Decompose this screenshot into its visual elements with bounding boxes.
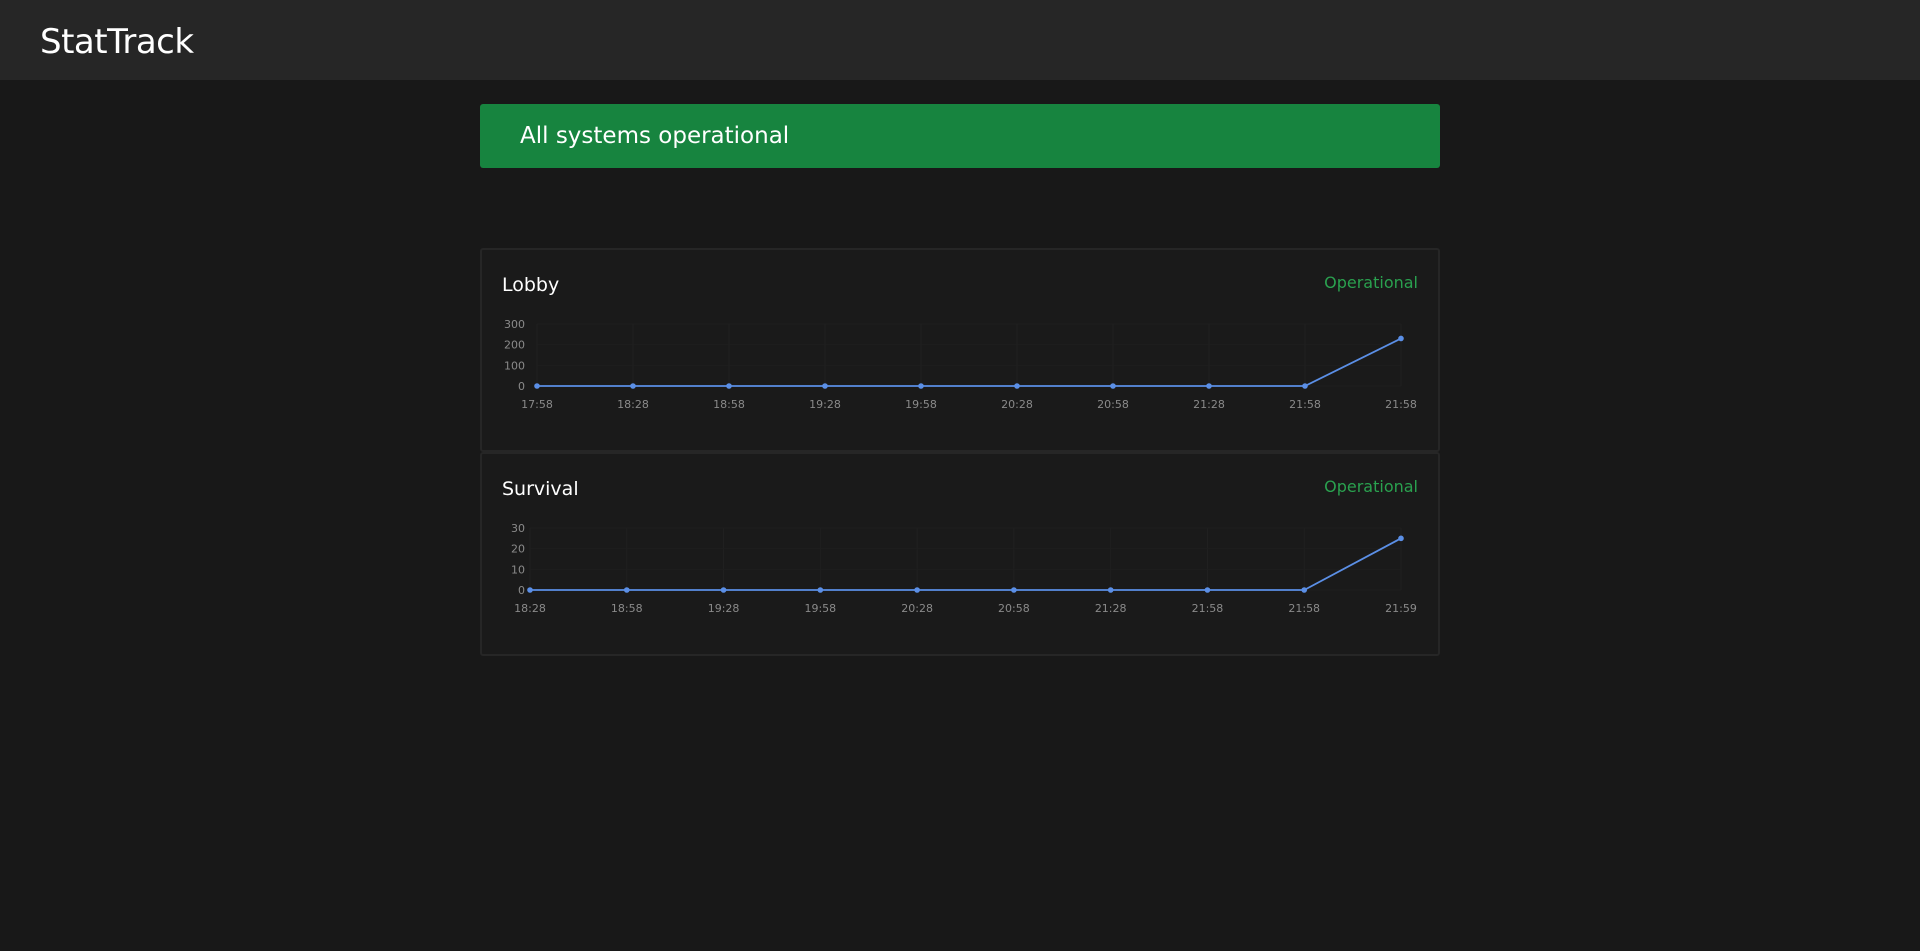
data-point[interactable]	[817, 587, 824, 593]
data-point[interactable]	[534, 383, 540, 389]
x-tick-label: 21:58	[1385, 398, 1417, 411]
data-point[interactable]	[726, 383, 732, 389]
server-card-survival: Survival Operational 30 20 10 0 18:28 18:58 19…	[480, 452, 1440, 656]
data-point[interactable]	[527, 587, 533, 593]
x-tick-label: 19:58	[804, 602, 836, 615]
y-tick-label: 200	[504, 339, 525, 352]
x-tick-label: 20:28	[901, 602, 933, 615]
data-point[interactable]	[1398, 335, 1404, 342]
series-line	[537, 337, 1402, 387]
status-banner-text: All systems operational	[520, 123, 790, 149]
y-tick-label: 0	[518, 380, 525, 393]
x-tick-label: 20:58	[998, 602, 1030, 615]
x-tick-label: 19:28	[809, 398, 841, 411]
player-count-chart: 300 200 100 0 17:58 18:28 18:58 19:28 19:58 20:28…	[504, 318, 1417, 411]
data-point[interactable]	[720, 587, 727, 593]
data-point[interactable]	[1398, 535, 1404, 542]
x-tick-label: 21:58	[1288, 602, 1320, 615]
y-tick-label: 300	[504, 318, 525, 331]
top-bar: StatTrack	[0, 0, 1920, 80]
x-tick-label: 19:58	[905, 398, 937, 411]
x-tick-label: 21:58	[1289, 398, 1321, 411]
x-tick-label: 18:28	[514, 602, 546, 615]
x-tick-label: 17:58	[521, 398, 553, 411]
x-tick-label: 20:28	[1001, 398, 1033, 411]
y-tick-label: 20	[511, 543, 525, 556]
data-point[interactable]	[1107, 587, 1114, 593]
y-tick-label: 0	[518, 584, 525, 597]
x-tick-label: 18:58	[611, 602, 643, 615]
data-point[interactable]	[1302, 383, 1308, 389]
data-point[interactable]	[1301, 587, 1308, 593]
x-tick-label: 21:28	[1193, 398, 1225, 411]
series-line	[530, 537, 1402, 591]
app-title[interactable]: StatTrack	[40, 20, 194, 64]
x-tick-label: 20:58	[1097, 398, 1129, 411]
data-point[interactable]	[1011, 587, 1017, 593]
data-point[interactable]	[1014, 383, 1020, 389]
x-tick-label: 21:58	[1192, 602, 1224, 615]
status-banner: All systems operational	[480, 104, 1440, 168]
x-tick-label: 19:28	[708, 602, 740, 615]
y-tick-label: 30	[511, 522, 525, 535]
data-point[interactable]	[918, 383, 924, 389]
y-tick-label: 10	[511, 563, 525, 576]
data-point[interactable]	[623, 587, 630, 593]
player-count-chart: 30 20 10 0 18:28 18:58 19:28 19:58 20:28 20:58 21:…	[511, 522, 1417, 615]
y-tick-label: 100	[504, 359, 525, 372]
x-tick-label: 18:58	[713, 398, 745, 411]
data-point[interactable]	[1110, 383, 1116, 389]
data-point[interactable]	[1204, 587, 1211, 593]
data-point[interactable]	[630, 383, 636, 389]
data-point[interactable]	[1206, 383, 1212, 389]
x-tick-label: 21:28	[1095, 602, 1127, 615]
x-tick-label: 21:59	[1385, 602, 1417, 615]
data-point[interactable]	[914, 587, 920, 593]
data-point[interactable]	[822, 383, 828, 389]
x-tick-label: 18:28	[617, 398, 649, 411]
server-card-lobby: Lobby Operational 300 200 100 0 17:58 18:28 18…	[480, 248, 1440, 452]
